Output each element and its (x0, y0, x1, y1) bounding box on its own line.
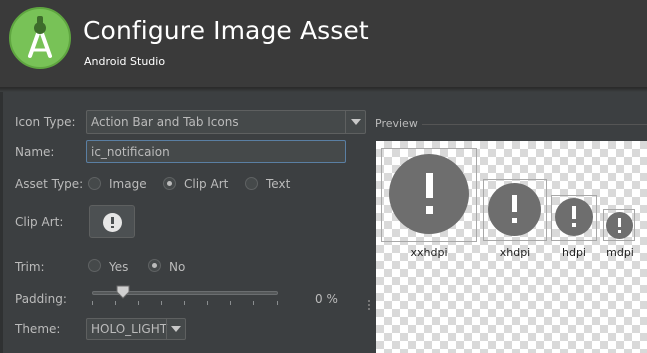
padding-value: 0 % (315, 292, 338, 306)
preview-hdpi-label: hdpi (562, 246, 586, 259)
asset-type-image-label[interactable]: Image (109, 177, 147, 191)
trim-no-label[interactable]: No (169, 260, 185, 274)
asset-type-text-label[interactable]: Text (266, 177, 290, 191)
theme-value: HOLO_LIGHT (91, 322, 168, 336)
alert-circle-icon (103, 213, 122, 232)
asset-type-text-radio[interactable] (245, 177, 258, 190)
preview-xxhdpi-label: xxhdpi (410, 246, 448, 259)
header-divider (0, 88, 647, 92)
theme-combobox[interactable]: HOLO_LIGHT (86, 318, 186, 340)
page-subtitle: Android Studio (84, 55, 166, 68)
clip-art-label: Clip Art: (15, 215, 64, 229)
name-label: Name: (15, 145, 55, 159)
asset-type-image-radio[interactable] (88, 177, 101, 190)
chevron-down-icon[interactable] (166, 319, 185, 339)
icon-type-combobox[interactable]: Action Bar and Tab Icons (86, 110, 366, 134)
preview-label: Preview (375, 117, 418, 130)
preview-separator (422, 124, 647, 125)
left-edge (0, 92, 3, 353)
trim-yes-radio[interactable] (88, 259, 101, 272)
padding-slider-thumb[interactable] (116, 285, 130, 299)
chevron-down-icon[interactable] (345, 111, 365, 133)
splitter-handle[interactable] (367, 300, 371, 314)
clip-art-button[interactable] (89, 205, 135, 238)
trim-no-radio[interactable] (148, 259, 161, 272)
preview-pane: xxhdpi xhdpi hdpi mdpi (376, 141, 647, 353)
icon-type-label: Icon Type: (15, 115, 76, 129)
icon-type-value: Action Bar and Tab Icons (91, 115, 239, 129)
preview-xhdpi-label: xhdpi (499, 246, 531, 259)
name-input[interactable] (86, 140, 346, 163)
preview-mdpi-label: mdpi (606, 246, 634, 259)
alert-circle-icon (555, 198, 593, 236)
asset-type-clipart-label[interactable]: Clip Art (184, 177, 228, 191)
padding-label: Padding: (15, 292, 67, 306)
alert-circle-icon (389, 154, 469, 234)
alert-circle-icon (488, 183, 541, 236)
asset-type-clipart-radio[interactable] (163, 177, 176, 190)
trim-yes-label[interactable]: Yes (109, 260, 128, 274)
padding-slider-ticks (92, 301, 278, 305)
page-title: Configure Image Asset (83, 16, 369, 45)
alert-circle-icon (606, 212, 633, 239)
trim-label: Trim: (15, 260, 45, 274)
theme-label: Theme: (15, 322, 61, 336)
asset-type-label: Asset Type: (15, 177, 84, 191)
android-studio-logo-icon (9, 7, 71, 69)
header: Configure Image Asset Android Studio (0, 0, 647, 88)
